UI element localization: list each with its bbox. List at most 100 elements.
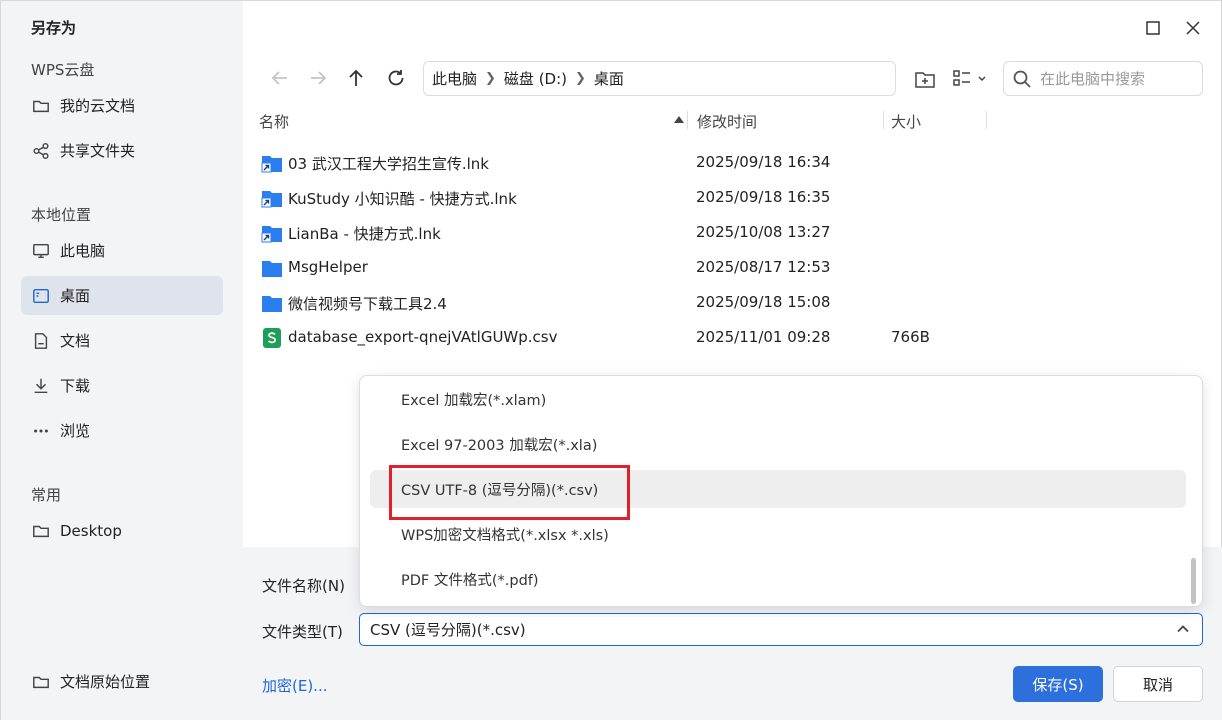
save-button[interactable]: 保存(S) bbox=[1013, 666, 1103, 702]
sidebar-item-label: 我的云文档 bbox=[60, 97, 136, 115]
file-name: 微信视频号下载工具2.4 bbox=[288, 295, 447, 313]
file-modified: 2025/11/01 09:28 bbox=[696, 328, 831, 346]
arrow-up-icon bbox=[349, 69, 363, 86]
file-name: LianBa - 快捷方式.lnk bbox=[288, 225, 441, 243]
folder-icon bbox=[261, 293, 283, 313]
sidebar-item-label: 浏览 bbox=[60, 422, 91, 440]
shortcut-folder-icon bbox=[261, 188, 283, 208]
breadcrumb-this-pc[interactable]: 此电脑 bbox=[432, 68, 477, 89]
file-name: MsgHelper bbox=[288, 258, 368, 276]
desktop-icon bbox=[31, 286, 51, 306]
file-row[interactable]: KuStudy 小知识酷 - 快捷方式.lnk 2025/09/18 16:35 bbox=[259, 182, 1203, 214]
file-row[interactable]: LianBa - 快捷方式.lnk 2025/10/08 13:27 bbox=[259, 217, 1203, 249]
column-divider[interactable] bbox=[986, 111, 987, 129]
forward-button[interactable] bbox=[305, 65, 331, 91]
column-divider[interactable] bbox=[687, 111, 688, 129]
dialog-title: 另存为 bbox=[31, 19, 77, 37]
filetype-select[interactable]: CSV (逗号分隔)(*.csv) bbox=[359, 613, 1203, 646]
sidebar-section-local: 本地位置 bbox=[31, 206, 92, 224]
file-row[interactable]: 微信视频号下载工具2.4 2025/09/18 15:08 bbox=[259, 287, 1203, 319]
download-icon bbox=[31, 376, 51, 396]
filetype-value: CSV (逗号分隔)(*.csv) bbox=[370, 621, 526, 639]
file-name: database_export-qnejVAtlGUWp.csv bbox=[288, 328, 558, 346]
search-placeholder: 在此电脑中搜索 bbox=[1040, 70, 1146, 88]
sidebar-section-common: 常用 bbox=[31, 486, 62, 504]
dropdown-scrollbar[interactable] bbox=[1191, 558, 1196, 604]
sidebar-item-label: Desktop bbox=[60, 521, 122, 540]
column-header-name[interactable]: 名称 bbox=[259, 111, 289, 132]
sidebar-item-desktop[interactable]: 桌面 bbox=[21, 276, 223, 315]
sidebar-item-documents[interactable]: 文档 bbox=[21, 321, 223, 360]
up-button[interactable] bbox=[343, 65, 369, 91]
file-row[interactable]: MsgHelper 2025/08/17 12:53 bbox=[259, 252, 1203, 284]
close-icon bbox=[1186, 21, 1200, 35]
filetype-label: 文件类型(T) bbox=[262, 623, 343, 641]
new-folder-icon bbox=[915, 72, 935, 88]
search-input[interactable]: 在此电脑中搜索 bbox=[1003, 61, 1203, 96]
refresh-icon bbox=[388, 70, 404, 86]
monitor-icon bbox=[31, 241, 51, 261]
dropdown-option[interactable]: Excel 97-2003 加载宏(*.xla) bbox=[370, 425, 1186, 463]
folder-icon bbox=[261, 258, 283, 278]
file-row[interactable]: 03 武汉工程大学招生宣传.lnk 2025/09/18 16:34 bbox=[259, 147, 1203, 179]
sidebar-item-this-pc[interactable]: 此电脑 bbox=[21, 231, 223, 270]
column-header-size[interactable]: 大小 bbox=[891, 111, 921, 132]
highlight-annotation-box bbox=[389, 465, 630, 520]
chevron-up-icon bbox=[1176, 622, 1190, 636]
encrypt-link[interactable]: 加密(E)... bbox=[262, 675, 328, 696]
view-mode-button[interactable] bbox=[951, 67, 989, 91]
maximize-button[interactable] bbox=[1142, 17, 1164, 39]
sidebar-item-downloads[interactable]: 下载 bbox=[21, 366, 223, 405]
close-button[interactable] bbox=[1182, 17, 1204, 39]
column-header-modified[interactable]: 修改时间 bbox=[697, 111, 757, 132]
dropdown-option[interactable]: WPS加密文档格式(*.xlsx *.xls) bbox=[370, 515, 1186, 553]
file-modified: 2025/09/18 16:34 bbox=[696, 153, 831, 171]
cancel-button[interactable]: 取消 bbox=[1113, 666, 1203, 702]
file-modified: 2025/09/18 15:08 bbox=[696, 293, 831, 311]
breadcrumb[interactable]: 此电脑 ❯ 磁盘 (D:) ❯ 桌面 bbox=[423, 61, 896, 96]
filename-label: 文件名称(N) bbox=[262, 577, 345, 595]
shortcut-folder-icon bbox=[261, 153, 283, 173]
sidebar-section-cloud: WPS云盘 bbox=[31, 61, 95, 79]
sidebar-item-label: 共享文件夹 bbox=[60, 142, 136, 160]
more-icon bbox=[31, 421, 51, 441]
list-view-icon bbox=[953, 70, 986, 86]
refresh-button[interactable] bbox=[383, 65, 409, 91]
document-icon bbox=[31, 331, 51, 351]
sidebar-item-original-location[interactable]: 文档原始位置 bbox=[21, 662, 223, 701]
sidebar-item-my-cloud-docs[interactable]: 我的云文档 bbox=[21, 86, 223, 125]
file-row[interactable]: database_export-qnejVAtlGUWp.csv 2025/11… bbox=[259, 322, 1203, 354]
dropdown-option[interactable]: PDF 文件格式(*.pdf) bbox=[370, 560, 1186, 598]
save-as-dialog: 另存为 WPS云盘 我的云文档 共享文件夹 本地位置 此电脑 桌面 文档 下载 bbox=[0, 0, 1222, 720]
file-name: KuStudy 小知识酷 - 快捷方式.lnk bbox=[288, 190, 517, 208]
sidebar-item-label: 文档原始位置 bbox=[60, 673, 151, 691]
file-size: 766B bbox=[891, 328, 930, 346]
breadcrumb-desktop[interactable]: 桌面 bbox=[594, 68, 624, 89]
file-modified: 2025/09/18 16:35 bbox=[696, 188, 831, 206]
new-folder-button[interactable] bbox=[913, 67, 937, 91]
file-modified: 2025/08/17 12:53 bbox=[696, 258, 831, 276]
file-modified: 2025/10/08 13:27 bbox=[696, 223, 831, 241]
sidebar-item-label: 此电脑 bbox=[60, 242, 106, 260]
breadcrumb-disk-d[interactable]: 磁盘 (D:) bbox=[504, 68, 567, 89]
share-icon bbox=[31, 141, 51, 161]
sidebar-item-label: 文档 bbox=[60, 332, 91, 350]
sidebar-item-label: 桌面 bbox=[60, 287, 91, 305]
spreadsheet-icon bbox=[261, 328, 283, 348]
sidebar-item-shared-folder[interactable]: 共享文件夹 bbox=[21, 131, 223, 170]
sidebar: 另存为 WPS云盘 我的云文档 共享文件夹 本地位置 此电脑 桌面 文档 下载 bbox=[1, 1, 243, 720]
dropdown-option[interactable]: Excel 加载宏(*.xlam) bbox=[370, 380, 1186, 418]
sidebar-item-desktop-folder[interactable]: Desktop bbox=[21, 511, 223, 550]
file-name: 03 武汉工程大学招生宣传.lnk bbox=[288, 155, 489, 173]
sort-ascending-icon bbox=[674, 116, 684, 123]
search-icon bbox=[1012, 69, 1032, 89]
arrow-left-icon bbox=[271, 71, 287, 85]
shortcut-folder-icon bbox=[261, 223, 283, 243]
folder-icon bbox=[31, 672, 51, 692]
sidebar-item-label: 下载 bbox=[60, 377, 91, 395]
back-button[interactable] bbox=[267, 65, 293, 91]
column-divider[interactable] bbox=[883, 111, 884, 129]
sidebar-item-browse[interactable]: 浏览 bbox=[21, 411, 223, 450]
arrow-right-icon bbox=[311, 71, 327, 85]
chevron-right-icon: ❯ bbox=[485, 71, 496, 86]
